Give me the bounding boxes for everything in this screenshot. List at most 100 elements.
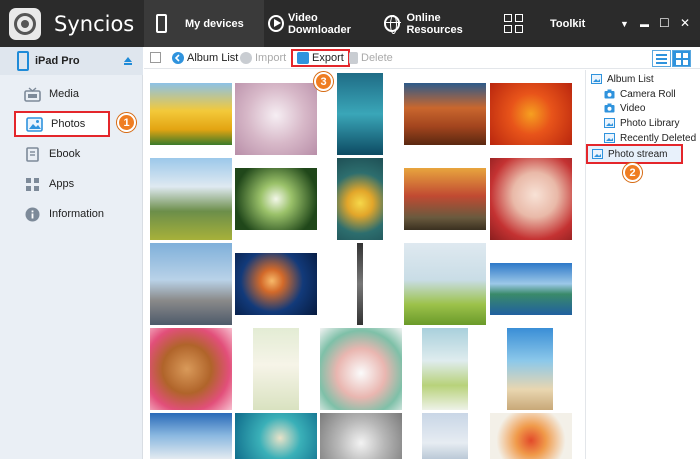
apps-icon [26, 177, 39, 191]
photo-thumbnail[interactable] [490, 263, 572, 315]
album-panel: Album List Camera Roll Video Photo Libra… [585, 70, 700, 459]
globe-icon [384, 15, 402, 34]
sidebar: iPad Pro Media Photos Ebook Apps Informa… [0, 47, 143, 459]
album-recently-deleted[interactable]: Recently Deleted [604, 131, 696, 145]
tab-video-downloader[interactable]: Video Downloader [268, 0, 376, 47]
play-icon [268, 15, 284, 32]
sidebar-item-ebook[interactable]: Ebook [0, 141, 143, 167]
photo-thumbnail[interactable] [320, 413, 402, 459]
sidebar-item-label: Media [49, 88, 79, 100]
phone-icon [156, 14, 167, 33]
export-label: Export [312, 52, 344, 64]
sidebar-item-apps[interactable]: Apps [0, 171, 143, 197]
album-icon [592, 149, 603, 159]
select-all-checkbox[interactable] [150, 52, 161, 63]
syncios-logo-icon [9, 8, 41, 40]
eject-icon[interactable] [124, 57, 132, 65]
grid-view-button[interactable] [672, 50, 691, 67]
album-photo-stream[interactable]: Photo stream [586, 144, 683, 164]
tab-toolkit[interactable]: Toolkit [500, 0, 600, 47]
grid-view-icon [676, 53, 688, 65]
photo-thumbnail[interactable] [507, 328, 553, 410]
step-badge-1: 1 [117, 113, 136, 132]
album-video[interactable]: Video [604, 101, 645, 115]
import-button[interactable]: Import [240, 50, 286, 66]
tab-online-resources[interactable]: Online Resources [384, 0, 496, 47]
sidebar-item-information[interactable]: Information [0, 201, 143, 227]
photo-thumbnail[interactable] [235, 253, 317, 315]
photo-thumbnail[interactable] [150, 243, 232, 325]
album-icon [604, 133, 615, 143]
photo-thumbnail[interactable] [404, 168, 486, 230]
export-icon [297, 52, 309, 64]
album-list-button[interactable]: Album List [172, 50, 238, 66]
delete-label: Delete [361, 52, 393, 64]
device-phone-icon [17, 51, 29, 71]
sidebar-item-label: Photos [51, 118, 86, 130]
photo-thumbnail[interactable] [490, 83, 572, 145]
list-view-button[interactable] [652, 50, 671, 67]
album-camera-roll[interactable]: Camera Roll [604, 87, 676, 101]
photo-thumbnail[interactable] [404, 83, 486, 145]
photo-thumbnail[interactable] [150, 158, 232, 240]
top-bar: Syncios My devices Video Downloader Onli… [0, 0, 700, 47]
photo-thumbnail[interactable] [150, 83, 232, 145]
camera-icon [604, 89, 615, 99]
photo-thumbnail[interactable] [253, 328, 299, 410]
export-button[interactable]: Export [291, 49, 350, 67]
photo-thumbnail[interactable] [490, 158, 572, 240]
sidebar-item-label: Apps [49, 178, 75, 190]
album-photo-library[interactable]: Photo Library [604, 116, 679, 130]
photo-thumbnail[interactable] [357, 243, 363, 325]
photo-thumbnail[interactable] [404, 243, 486, 325]
tab-my-devices[interactable]: My devices [144, 0, 264, 47]
photo-thumbnail[interactable] [320, 328, 402, 410]
sidebar-item-photos[interactable]: Photos [14, 111, 110, 137]
album-video-label: Video [620, 102, 646, 114]
camera-icon [604, 103, 615, 113]
photo-thumbnail[interactable] [337, 73, 383, 155]
info-icon [25, 207, 40, 221]
album-camera-roll-label: Camera Roll [620, 88, 676, 100]
sidebar-item-label: Ebook [49, 148, 81, 160]
photo-thumbnail[interactable] [337, 158, 383, 240]
maximize-icon[interactable]: ☐ [659, 16, 670, 30]
close-icon[interactable]: ✕ [680, 16, 690, 30]
device-name: iPad Pro [35, 55, 80, 67]
photo-thumbnail[interactable] [150, 328, 232, 410]
tab-video-downloader-label: Video Downloader [287, 11, 351, 36]
step-badge-3: 3 [314, 72, 333, 91]
photo-thumbnail[interactable] [490, 413, 572, 459]
album-icon [604, 118, 615, 128]
list-view-icon [656, 54, 667, 64]
tab-toolkit-label: Toolkit [550, 17, 586, 30]
album-list-root-label: Album List [607, 73, 654, 85]
photo-toolbar: Album List Import Export Delete [144, 47, 700, 69]
minimize-icon[interactable]: ▬ [640, 19, 649, 29]
photo-grid [144, 70, 584, 459]
album-recently-deleted-label: Recently Deleted [620, 132, 697, 144]
album-icon [591, 74, 602, 84]
back-arrow-icon [172, 52, 184, 64]
toolkit-grid-icon [504, 14, 523, 33]
album-photo-stream-label: Photo stream [608, 148, 668, 160]
trash-icon [349, 52, 358, 64]
photo-thumbnail[interactable] [422, 328, 468, 410]
photo-thumbnail[interactable] [150, 413, 232, 459]
delete-button[interactable]: Delete [349, 50, 393, 66]
tv-icon [24, 86, 41, 102]
album-list-root[interactable]: Album List [591, 72, 654, 86]
photo-icon [26, 116, 43, 132]
step-badge-2: 2 [623, 163, 642, 182]
sidebar-item-media[interactable]: Media [0, 81, 143, 107]
menu-dropdown-icon[interactable]: ▼ [620, 19, 629, 29]
photo-thumbnail[interactable] [422, 413, 468, 459]
album-photo-library-label: Photo Library [620, 117, 680, 129]
device-row[interactable]: iPad Pro [0, 47, 143, 75]
import-label: Import [255, 52, 287, 64]
sidebar-item-label: Information [49, 208, 105, 220]
photo-thumbnail[interactable] [235, 413, 317, 459]
album-list-label: Album List [187, 52, 239, 64]
photo-thumbnail[interactable] [235, 83, 317, 155]
photo-thumbnail[interactable] [235, 168, 317, 230]
